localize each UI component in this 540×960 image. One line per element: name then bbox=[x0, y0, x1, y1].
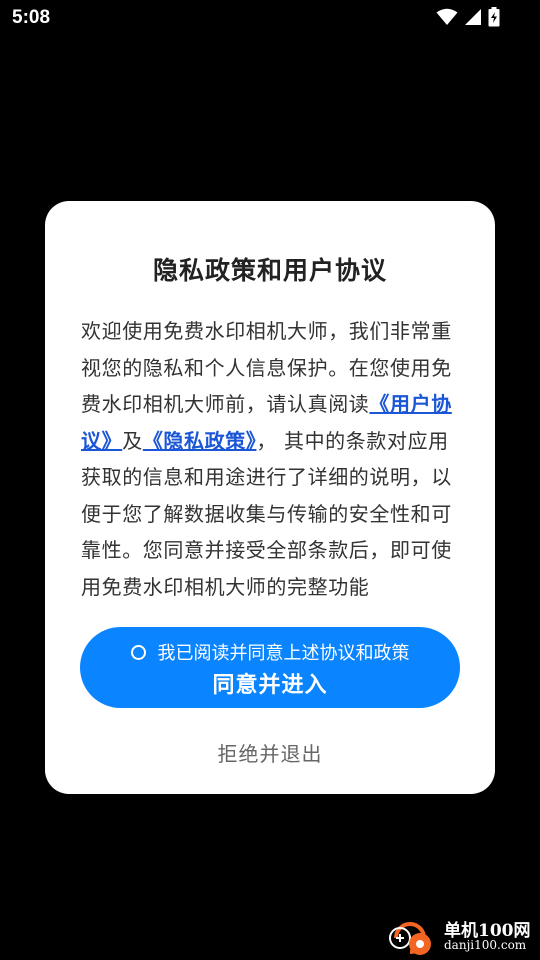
wifi-icon bbox=[436, 8, 458, 25]
body-text-details: ， 其中的条款对应用获取的信息和用途进行了详细的说明，以便于您了解数据收集与传输… bbox=[81, 428, 452, 599]
status-time: 5:08 bbox=[12, 7, 51, 28]
agree-button[interactable]: 我已阅读并同意上述协议和政策 同意并进入 bbox=[80, 627, 460, 708]
signal-icon bbox=[465, 9, 481, 25]
privacy-dialog: 隐私政策和用户协议 欢迎使用免费水印相机大师，我们非常重视您的隐私和个人信息保护… bbox=[45, 201, 495, 794]
watermark-logo-icon bbox=[389, 922, 431, 955]
dialog-body: 欢迎使用免费水印相机大师，我们非常重视您的隐私和个人信息保护。在您使用免费水印相… bbox=[81, 313, 463, 605]
status-icons bbox=[436, 7, 500, 27]
agree-button-label: 同意并进入 bbox=[212, 673, 328, 698]
reject-button[interactable]: 拒绝并退出 bbox=[45, 738, 495, 767]
consent-radio-icon[interactable] bbox=[130, 644, 146, 660]
consent-row[interactable]: 我已阅读并同意上述协议和政策 bbox=[80, 639, 460, 665]
consent-text: 我已阅读并同意上述协议和政策 bbox=[157, 643, 410, 664]
dialog-title: 隐私政策和用户协议 bbox=[152, 256, 387, 285]
status-bar: 5:08 bbox=[0, 0, 540, 36]
body-conjunction: 及 bbox=[122, 428, 143, 453]
site-watermark: 单机100网 danji100.com bbox=[386, 914, 536, 958]
watermark-url: danji100.com bbox=[444, 938, 527, 952]
battery-charging-icon bbox=[488, 7, 500, 27]
privacy-policy-link[interactable]: 《隐私政策》 bbox=[143, 429, 257, 453]
